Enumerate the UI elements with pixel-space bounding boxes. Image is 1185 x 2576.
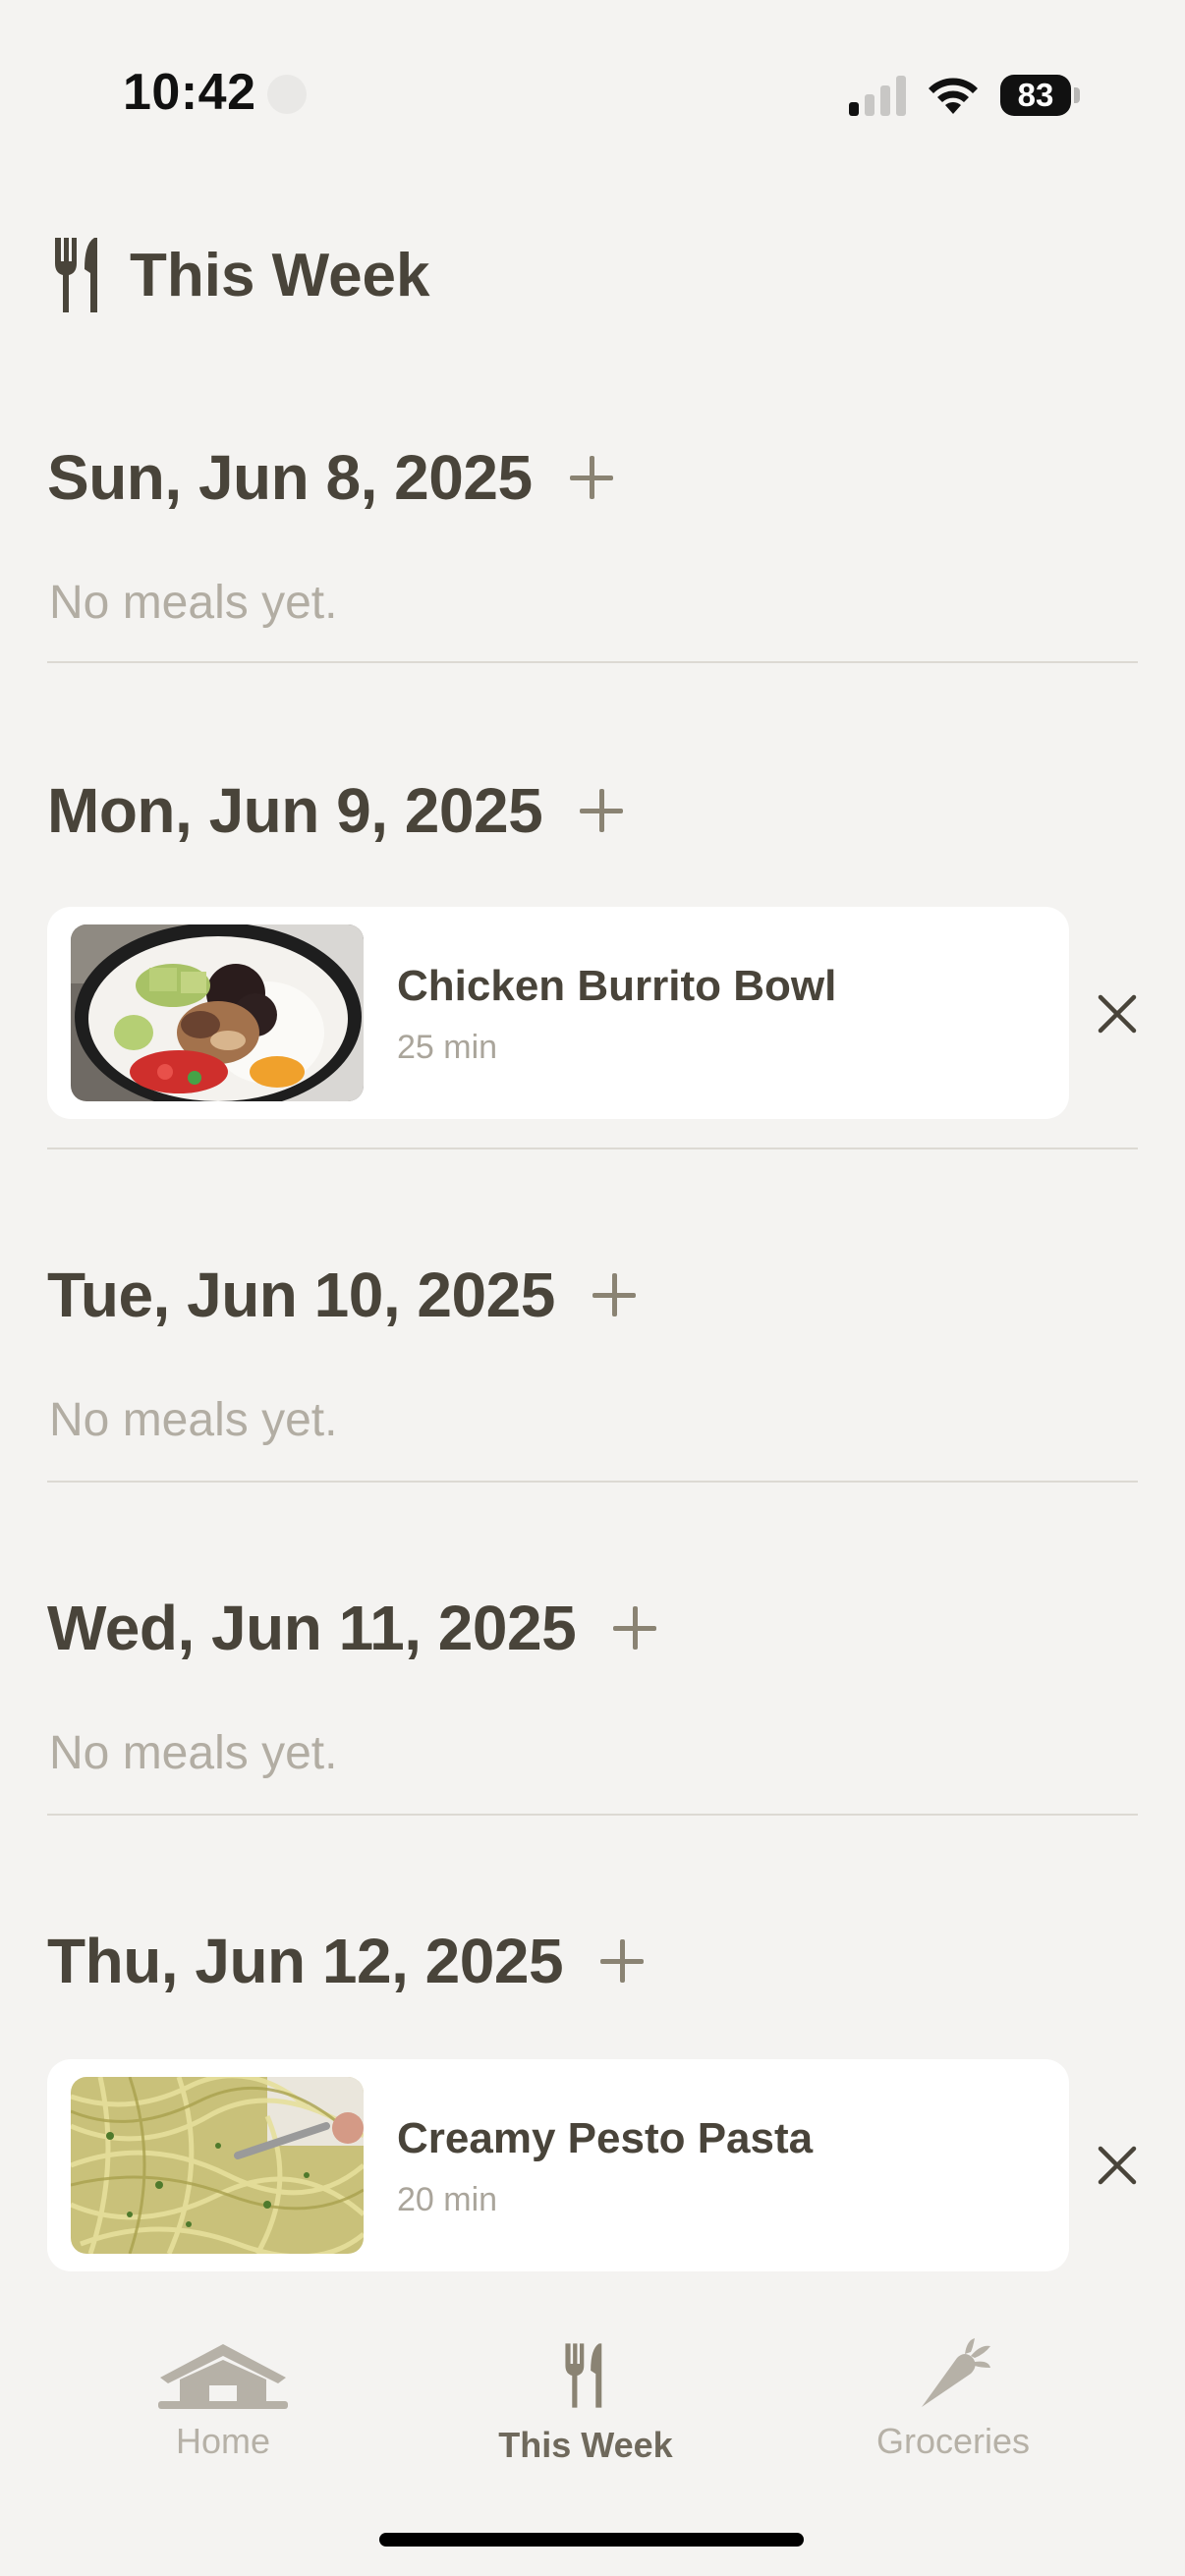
- add-meal-button[interactable]: [598, 1937, 646, 1985]
- meal-time: 25 min: [397, 1029, 498, 1066]
- meal-name: Creamy Pesto Pasta: [397, 2114, 814, 2162]
- fork-knife-icon: [565, 2343, 602, 2408]
- day-section-tue: Tue, Jun 10, 2025 No meals yet.: [47, 1256, 1138, 1484]
- page-header: This Week: [51, 234, 430, 316]
- empty-meals-text: No meals yet.: [49, 1727, 338, 1779]
- day-title: Thu, Jun 12, 2025: [47, 1926, 564, 1996]
- empty-meals-text: No meals yet.: [49, 1394, 338, 1446]
- divider: [47, 1814, 1138, 1816]
- day-section-thu: Thu, Jun 12, 2025 Creamy Pesto Pasta 20 …: [47, 1922, 1138, 2275]
- meal-thumbnail-creamy-pesto-pasta: [71, 2077, 364, 2254]
- divider: [47, 1148, 1138, 1149]
- wifi-icon: [929, 78, 978, 114]
- divider: [47, 1481, 1138, 1483]
- remove-meal-icon[interactable]: [1093, 989, 1142, 1038]
- page-title: This Week: [130, 241, 430, 309]
- fork-knife-icon: [55, 238, 97, 312]
- battery-cap: [1074, 87, 1080, 103]
- home-indicator[interactable]: [379, 2533, 804, 2547]
- day-title: Mon, Jun 9, 2025: [47, 775, 543, 846]
- tab-this-week[interactable]: This Week: [438, 2319, 733, 2476]
- status-bar: 10:42 83: [0, 0, 1185, 187]
- add-meal-button[interactable]: [578, 787, 625, 834]
- empty-meals-text: No meals yet.: [49, 577, 338, 629]
- add-meal-button[interactable]: [611, 1604, 658, 1652]
- day-title: Tue, Jun 10, 2025: [47, 1260, 555, 1330]
- battery-indicator: 83: [1000, 75, 1081, 116]
- tab-label: This Week: [498, 2425, 673, 2465]
- battery-level: 83: [1000, 75, 1071, 116]
- day-section-mon: Mon, Jun 9, 2025 Chicken Burrito Bowl 25…: [47, 771, 1138, 1154]
- status-time: 10:42: [123, 64, 256, 121]
- day-header: Thu, Jun 12, 2025: [47, 1922, 1138, 2000]
- day-header: Wed, Jun 11, 2025: [47, 1589, 1138, 1667]
- day-header: Sun, Jun 8, 2025: [47, 438, 1138, 517]
- divider: [47, 661, 1138, 663]
- meal-card[interactable]: Creamy Pesto Pasta 20 min: [47, 2059, 1069, 2271]
- add-meal-button[interactable]: [568, 454, 615, 501]
- tab-home[interactable]: Home: [76, 2319, 370, 2476]
- day-section-wed: Wed, Jun 11, 2025 No meals yet.: [47, 1589, 1138, 1817]
- meal-card[interactable]: Chicken Burrito Bowl 25 min: [47, 907, 1069, 1119]
- status-indicator-dot: [267, 75, 307, 114]
- tab-groceries[interactable]: Groceries: [806, 2319, 1100, 2476]
- tab-label: Groceries: [875, 2421, 1031, 2461]
- meal-thumbnail-chicken-burrito-bowl: [71, 924, 364, 1101]
- day-header: Tue, Jun 10, 2025: [47, 1256, 1138, 1334]
- carrot-icon: [922, 2338, 990, 2407]
- meal-time: 20 min: [397, 2181, 498, 2218]
- tab-label: Home: [175, 2421, 271, 2461]
- day-title: Sun, Jun 8, 2025: [47, 442, 533, 513]
- day-title: Wed, Jun 11, 2025: [47, 1593, 577, 1663]
- cellular-signal-icon: [849, 76, 906, 116]
- day-section-sun: Sun, Jun 8, 2025 No meals yet.: [47, 438, 1138, 664]
- home-icon: [158, 2344, 288, 2409]
- meal-name: Chicken Burrito Bowl: [397, 962, 837, 1010]
- remove-meal-icon[interactable]: [1093, 2141, 1142, 2190]
- day-header: Mon, Jun 9, 2025: [47, 771, 1138, 850]
- add-meal-button[interactable]: [591, 1271, 638, 1318]
